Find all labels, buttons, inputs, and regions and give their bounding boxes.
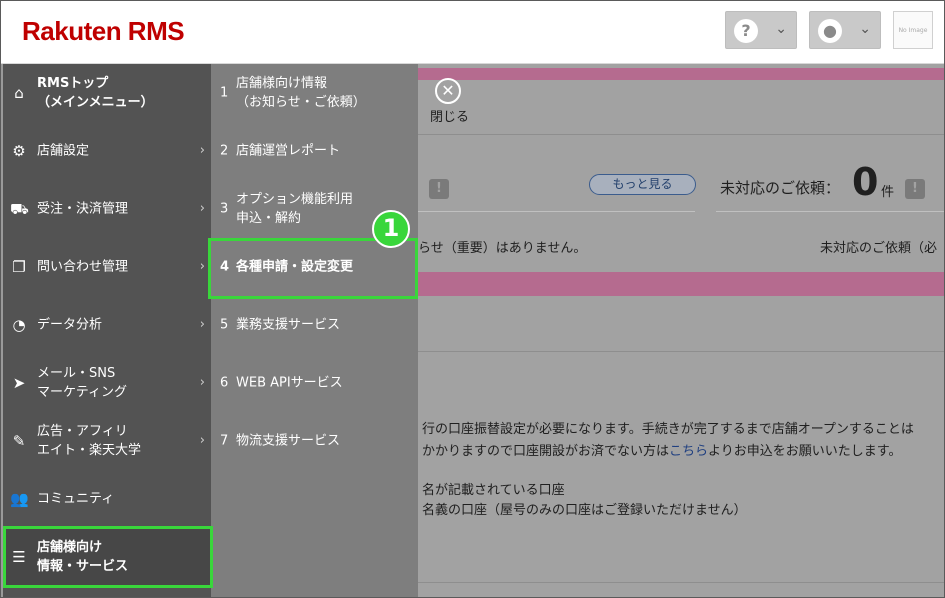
divider bbox=[716, 211, 945, 212]
pie-chart-icon: ◔ bbox=[12, 316, 26, 334]
chevron-down-icon: ⌄ bbox=[859, 21, 871, 37]
chevron-right-icon: › bbox=[199, 143, 205, 158]
sidebar-item-label: 受注・決済管理 bbox=[37, 201, 129, 217]
chat-icon: ❐ bbox=[12, 258, 26, 276]
pending-unit: 件 bbox=[881, 185, 895, 200]
submenu-item-label: オプション機能利用 申込・解約 bbox=[236, 192, 354, 226]
account-condition-line: 名義の口座（屋号のみの口座はご登録いただけません） bbox=[422, 503, 747, 518]
step-number-badge: 1 bbox=[372, 210, 410, 248]
close-label: 閉じる bbox=[430, 110, 470, 125]
sidebar-item-community[interactable]: 👥 コミュニティ bbox=[3, 470, 211, 528]
submenu-item-logistics[interactable]: 7 物流支援サービス bbox=[211, 412, 418, 470]
sidebar-item-advertising[interactable]: ✎ 広告・アフィリ エイト・楽天大学 › bbox=[3, 412, 211, 470]
sidebar-item-label: コミュニティ bbox=[37, 491, 115, 507]
account-paragraph-line: かかりますので口座開設がお済でない方はこちらよりお申込をお願いいたします。 bbox=[422, 440, 901, 459]
user-menu-button[interactable]: ● ⌄ bbox=[809, 11, 881, 49]
sidebar-item-label: 問い合わせ管理 bbox=[37, 259, 129, 275]
info-icon[interactable]: ! bbox=[905, 179, 925, 199]
sidebar-nav: ⌂ RMSトップ （メインメニュー） ⚙ 店舗設定 › ⛟ 受注・決済管理 › … bbox=[3, 64, 211, 598]
submenu-item-label: 店舗様向け情報 （お知らせ・ご依頼） bbox=[236, 76, 366, 110]
submenu-item-label: 業務支援サービス bbox=[236, 317, 341, 333]
more-button[interactable]: もっと見る bbox=[589, 174, 696, 195]
section-header-bar bbox=[418, 272, 945, 296]
divider bbox=[418, 134, 945, 135]
main-content: ✕ 閉じる ! もっと見る 未対応のご依頼： 0 件 ! らせ（重要）はありませ… bbox=[418, 64, 945, 598]
highlight-box-store-info-services bbox=[3, 526, 213, 588]
submenu-panel: 1 店舗様向け情報 （お知らせ・ご依頼） 2 店舗運営レポート 3 オプション機… bbox=[211, 64, 418, 598]
close-menu-button[interactable]: ✕ 閉じる bbox=[430, 78, 470, 125]
chevron-right-icon: › bbox=[199, 317, 205, 332]
account-condition-line: 名が記載されている口座 bbox=[422, 483, 565, 498]
info-icon[interactable]: ! bbox=[429, 179, 449, 199]
divider bbox=[418, 351, 945, 352]
user-icon: ● bbox=[818, 19, 842, 43]
apply-link[interactable]: こちら bbox=[669, 444, 708, 459]
sidebar-item-store-settings[interactable]: ⚙ 店舗設定 › bbox=[3, 122, 211, 180]
sidebar-item-marketing[interactable]: ➤ メール・SNS マーケティング › bbox=[3, 354, 211, 412]
sidebar-item-label: 店舗設定 bbox=[37, 143, 90, 159]
submenu-item-number: 5 bbox=[220, 317, 229, 333]
pending-count: 0 bbox=[852, 160, 879, 204]
submenu-item-store-info[interactable]: 1 店舗様向け情報 （お知らせ・ご依頼） bbox=[211, 64, 418, 122]
chevron-down-icon: ⌄ bbox=[775, 21, 787, 37]
submenu-item-number: 3 bbox=[220, 201, 229, 217]
submenu-item-label: 物流支援サービス bbox=[236, 433, 341, 449]
question-icon: ? bbox=[734, 19, 758, 43]
sidebar-item-label: RMSトップ （メインメニュー） bbox=[37, 76, 154, 110]
cart-icon: ⛟ bbox=[10, 200, 29, 218]
notice-text: らせ（重要）はありません。 bbox=[418, 241, 587, 256]
sidebar-item-inquiries[interactable]: ❐ 問い合わせ管理 › bbox=[3, 238, 211, 296]
submenu-item-store-report[interactable]: 2 店舗運営レポート bbox=[211, 122, 418, 180]
home-icon: ⌂ bbox=[14, 84, 24, 102]
sidebar-item-rms-top[interactable]: ⌂ RMSトップ （メインメニュー） bbox=[3, 64, 211, 122]
submenu-item-label: 店舗運営レポート bbox=[236, 143, 341, 159]
sidebar-item-label: メール・SNS マーケティング bbox=[37, 366, 127, 400]
chevron-right-icon: › bbox=[199, 433, 205, 448]
submenu-item-web-api[interactable]: 6 WEB APIサービス bbox=[211, 354, 418, 412]
pending-label: 未対応のご依頼： bbox=[720, 179, 841, 197]
submenu-item-label: WEB APIサービス bbox=[236, 375, 343, 391]
sidebar-item-label: データ分析 bbox=[37, 317, 103, 333]
submenu-item-business-support[interactable]: 5 業務支援サービス bbox=[211, 296, 418, 354]
chevron-right-icon: › bbox=[199, 259, 205, 274]
submenu-item-number: 6 bbox=[220, 375, 229, 391]
help-menu-button[interactable]: ? ⌄ bbox=[725, 11, 797, 49]
pending-notice-text: 未対応のご依頼（必 bbox=[820, 241, 938, 256]
divider bbox=[418, 211, 695, 212]
gear-icon: ⚙ bbox=[12, 142, 26, 160]
divider bbox=[418, 582, 945, 583]
close-icon: ✕ bbox=[435, 78, 461, 104]
submenu-item-number: 1 bbox=[220, 85, 229, 101]
app-header: Rakuten RMS ? ⌄ ● ⌄ No Image bbox=[0, 0, 945, 64]
account-paragraph-text: かかりますので口座開設がお済でない方は bbox=[422, 444, 670, 459]
sidebar-item-analytics[interactable]: ◔ データ分析 › bbox=[3, 296, 211, 354]
submenu-item-number: 7 bbox=[220, 433, 229, 449]
sidebar-item-label: 広告・アフィリ エイト・楽天大学 bbox=[37, 424, 142, 458]
megaphone-icon: ✎ bbox=[12, 432, 26, 450]
shop-image-placeholder[interactable]: No Image bbox=[893, 11, 933, 49]
chevron-right-icon: › bbox=[199, 201, 205, 216]
sidebar-item-orders[interactable]: ⛟ 受注・決済管理 › bbox=[3, 180, 211, 238]
rakuten-rms-logo[interactable]: Rakuten RMS bbox=[22, 16, 185, 47]
paper-plane-icon: ➤ bbox=[12, 374, 26, 392]
section-header-bar bbox=[418, 68, 945, 80]
account-paragraph-text: よりお申込をお願いいたします。 bbox=[708, 444, 902, 459]
account-paragraph-line: 行の口座振替設定が必要になります。手続きが完了するまで店舗オープンすることは bbox=[422, 422, 914, 437]
people-icon: 👥 bbox=[10, 490, 29, 508]
submenu-item-number: 2 bbox=[220, 143, 229, 159]
chevron-right-icon: › bbox=[199, 375, 205, 390]
